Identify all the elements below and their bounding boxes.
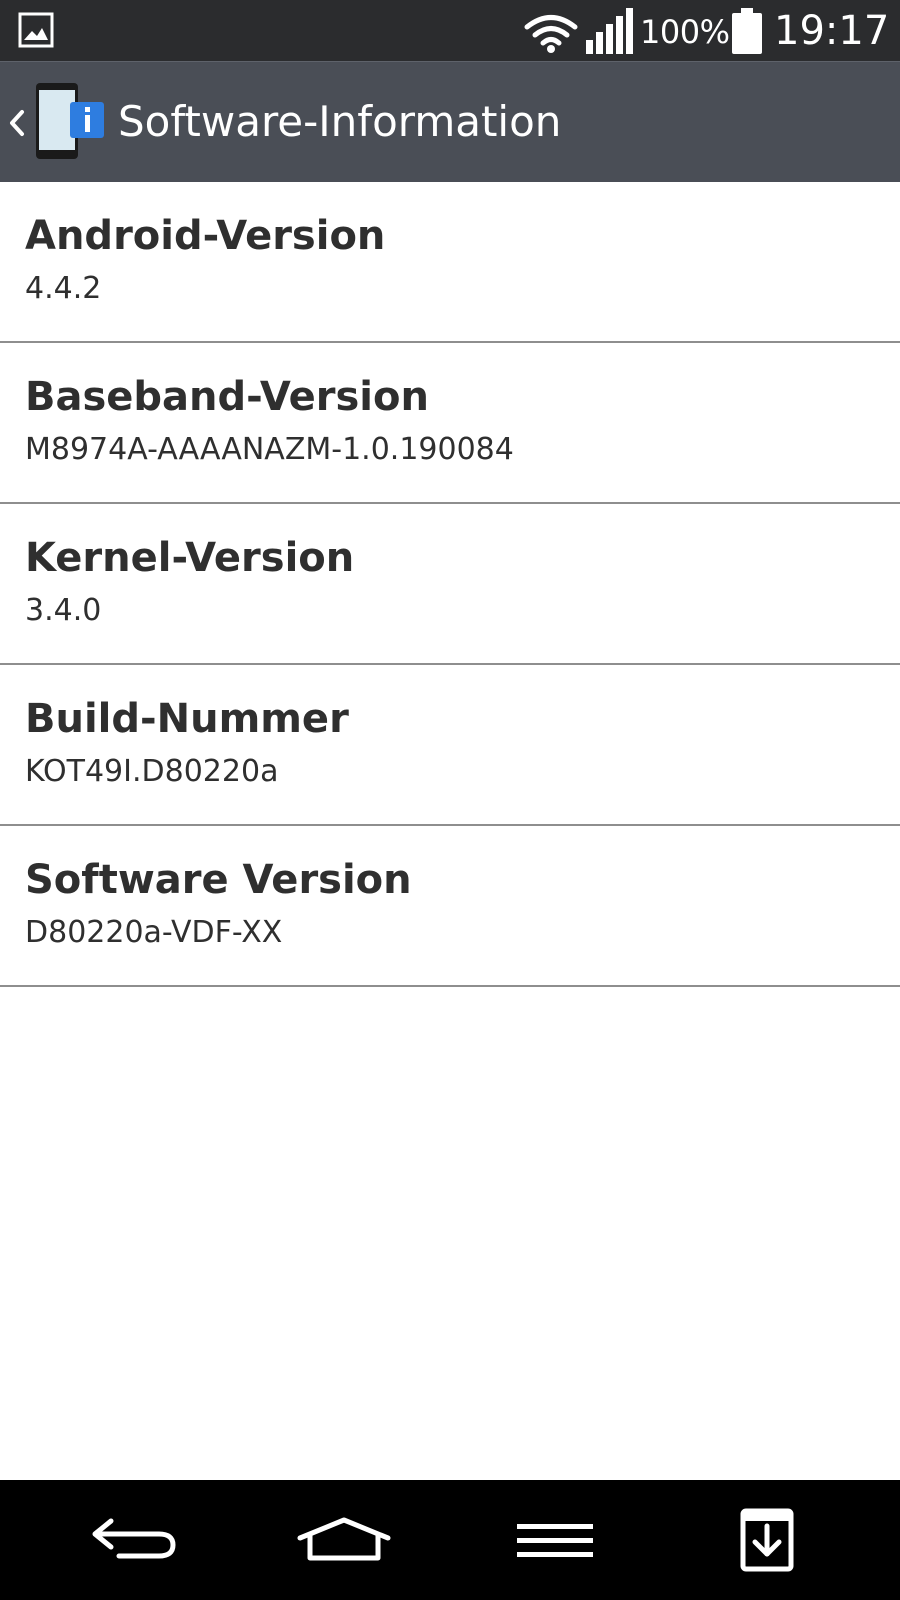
notification-drawer-icon <box>740 1508 794 1572</box>
nav-home-button[interactable] <box>274 1480 414 1600</box>
menu-icon <box>517 1524 593 1557</box>
baseband-version-item[interactable]: Baseband-Version M8974A-AAAANAZM-1.0.190… <box>0 343 900 504</box>
wifi-icon <box>524 15 578 53</box>
item-value: 3.4.0 <box>25 593 102 628</box>
item-label: Kernel-Version <box>25 535 355 581</box>
android-version-item[interactable]: Android-Version 4.4.2 <box>0 182 900 343</box>
status-bar: 100% 19:17 <box>0 0 900 61</box>
battery-percent: 100% <box>640 13 730 51</box>
chevron-left-icon[interactable] <box>4 106 28 140</box>
phone-info-icon[interactable] <box>34 82 106 162</box>
gallery-icon <box>18 12 54 48</box>
item-value: KOT49I.D80220a <box>25 754 279 789</box>
page-title: Software-Information <box>118 97 562 146</box>
item-label: Software Version <box>25 857 412 903</box>
nav-menu-button[interactable] <box>485 1480 625 1600</box>
back-arrow-icon <box>92 1518 176 1559</box>
item-value: M8974A-AAAANAZM-1.0.190084 <box>25 432 514 467</box>
software-version-item[interactable]: Software Version D80220a-VDF-XX <box>0 826 900 987</box>
software-info-list: Android-Version 4.4.2 Baseband-Version M… <box>0 182 900 987</box>
item-label: Android-Version <box>25 213 386 259</box>
nav-notification-button[interactable] <box>697 1480 837 1600</box>
item-value: 4.4.2 <box>25 271 102 306</box>
item-label: Build-Nummer <box>25 696 349 742</box>
clock: 19:17 <box>774 8 890 54</box>
build-number-item[interactable]: Build-Nummer KOT49I.D80220a <box>0 665 900 826</box>
signal-icon <box>586 8 633 54</box>
item-label: Baseband-Version <box>25 374 429 420</box>
home-icon <box>297 1517 391 1561</box>
battery-icon <box>732 8 762 54</box>
nav-back-button[interactable] <box>64 1480 204 1600</box>
action-bar: Software-Information <box>0 61 900 182</box>
kernel-version-item[interactable]: Kernel-Version 3.4.0 <box>0 504 900 665</box>
item-value: D80220a-VDF-XX <box>25 915 283 950</box>
navigation-bar <box>0 1480 900 1600</box>
